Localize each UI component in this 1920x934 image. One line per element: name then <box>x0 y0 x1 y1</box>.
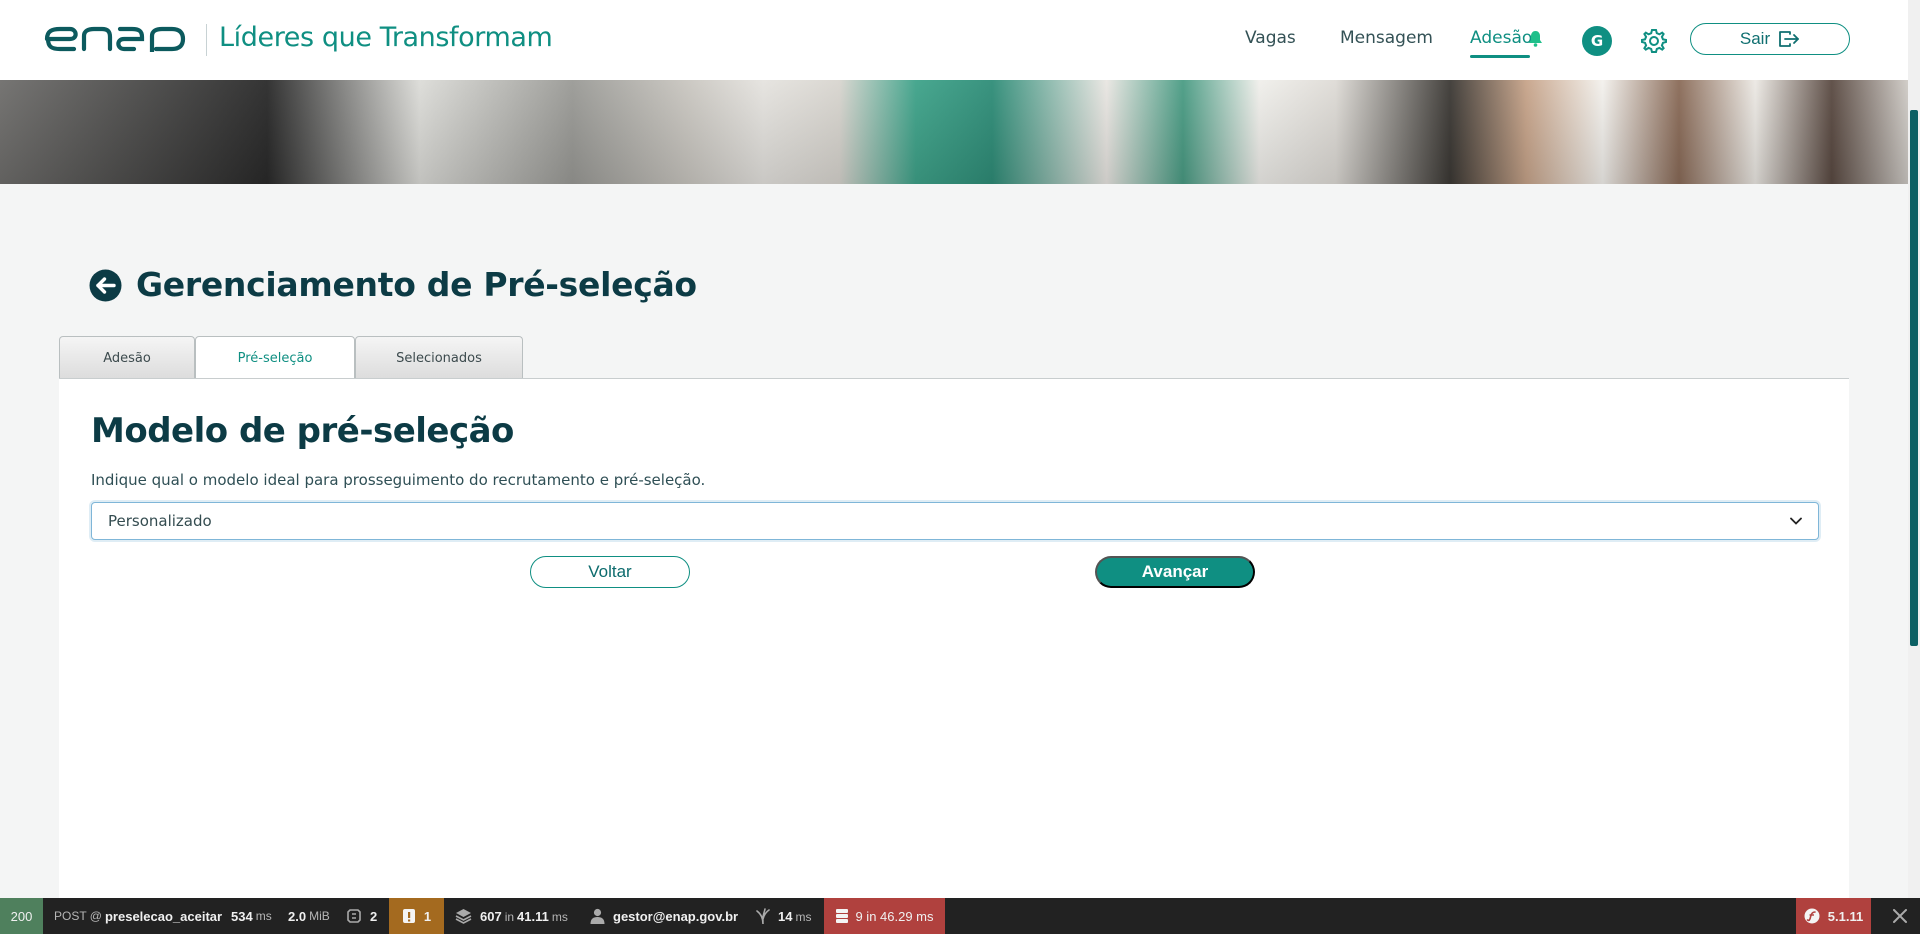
chevron-down-icon <box>1790 517 1802 525</box>
twig-time: 14 <box>778 908 793 924</box>
banner-shade <box>0 80 1908 184</box>
request-route[interactable]: POST @ preselecao_aceitar <box>51 898 222 934</box>
user-avatar[interactable]: G <box>1582 26 1612 56</box>
log-panel[interactable]: 1 <box>389 898 444 934</box>
memory-value: 2.0 <box>288 908 307 924</box>
route-name: preselecao_aceitar <box>104 908 223 924</box>
nav-mensagem[interactable]: Mensagem <box>1340 28 1433 48</box>
cache-panel[interactable]: 607 in 41.11 ms <box>455 898 571 934</box>
enap-logo[interactable]: enap <box>44 26 186 52</box>
log-warning-icon <box>402 909 415 923</box>
debug-toolbar: 200 POST @ preselecao_aceitar 534 ms 2.0… <box>0 898 1920 934</box>
symfony-version-panel[interactable]: 5.1.11 <box>1796 898 1871 934</box>
tab-adesao[interactable]: Adesão <box>59 336 195 379</box>
user-icon <box>590 908 605 924</box>
request-method: POST @ <box>54 909 102 923</box>
cache-in: in <box>504 909 515 924</box>
next-button[interactable]: Avançar <box>1095 556 1255 588</box>
symfony-logo-icon <box>1804 908 1820 924</box>
brand-divider <box>206 24 207 56</box>
hero-banner-image <box>0 80 1908 184</box>
close-icon <box>1893 909 1907 923</box>
active-nav-underline <box>1470 55 1530 58</box>
section-description: Indique qual o modelo ideal para prosseg… <box>91 471 706 489</box>
forms-count: 2 <box>370 908 378 924</box>
user-email: gestor@enap.gov.br <box>613 908 739 924</box>
status-code-badge[interactable]: 200 <box>0 898 43 934</box>
preselection-model-select[interactable]: Personalizado <box>91 502 1819 540</box>
logout-icon <box>1779 31 1800 47</box>
symfony-version: 5.1.11 <box>1827 908 1864 924</box>
logout-button[interactable]: Sair <box>1690 23 1850 55</box>
page-scrollbar[interactable] <box>1908 0 1920 898</box>
nav-vagas[interactable]: Vagas <box>1245 28 1296 48</box>
layers-icon <box>455 909 472 924</box>
top-header: enap Líderes que Transformam Vagas Mensa… <box>0 0 1908 80</box>
request-time[interactable]: 534 ms <box>231 898 275 934</box>
security-user-panel[interactable]: gestor@enap.gov.br <box>590 898 738 934</box>
twig-unit: ms <box>795 909 812 924</box>
database-icon <box>836 909 849 923</box>
logout-label: Sair <box>1739 29 1771 48</box>
nav-adesao[interactable]: Adesão <box>1470 28 1533 58</box>
close-toolbar-button[interactable] <box>1880 898 1920 934</box>
time-value: 534 <box>231 908 253 924</box>
content-panel: Modelo de pré-seleção Indique qual o mod… <box>59 378 1849 899</box>
cache-time: 41.11 <box>517 908 549 924</box>
log-count: 1 <box>423 908 432 924</box>
db-summary: 9 in 46.29 ms <box>855 908 934 924</box>
back-arrow-icon[interactable] <box>89 269 122 302</box>
brand-title[interactable]: Líderes que Transformam <box>219 22 553 53</box>
gear-icon[interactable] <box>1640 27 1668 55</box>
time-unit: ms <box>255 909 272 923</box>
memory-usage[interactable]: 2.0 MiB <box>288 898 333 934</box>
scrollbar-thumb[interactable] <box>1910 110 1918 646</box>
forms-icon <box>347 909 361 923</box>
tab-pre-selecao[interactable]: Pré-seleção <box>195 336 355 380</box>
tab-selecionados[interactable]: Selecionados <box>355 336 523 379</box>
cache-calls: 607 <box>480 908 502 924</box>
section-title: Modelo de pré-seleção <box>91 411 514 451</box>
bell-icon[interactable] <box>1528 30 1543 47</box>
forms-panel[interactable]: 2 <box>346 898 377 934</box>
twig-icon <box>756 908 770 924</box>
memory-unit: MiB <box>309 909 330 923</box>
twig-panel[interactable]: 14 ms <box>756 898 814 934</box>
database-panel[interactable]: 9 in 46.29 ms <box>824 898 945 934</box>
back-button[interactable]: Voltar <box>530 556 690 588</box>
select-value: Personalizado <box>108 512 212 530</box>
cache-unit: ms <box>551 909 568 924</box>
nav-adesao-label: Adesão <box>1470 28 1533 48</box>
page-title: Gerenciamento de Pré-seleção <box>136 265 697 304</box>
